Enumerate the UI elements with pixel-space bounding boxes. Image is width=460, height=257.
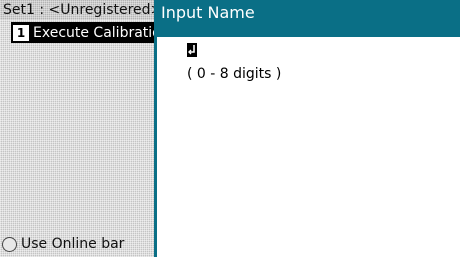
menu-item-execute-calibration[interactable]: 1 Execute Calibration [11,22,155,43]
background-screen: Set1 : <Unregistered> 1 Execute Calibrat… [0,0,155,257]
input-name-dialog: Input Name ( 0 - 8 digits ) [154,0,460,257]
digit-range-hint: ( 0 - 8 digits ) [187,66,282,82]
online-bar-option[interactable]: Use Online bar [0,231,155,257]
enter-cursor-icon [187,43,197,57]
item-number-badge: 1 [13,24,29,41]
menu-item-label: Execute Calibration [33,24,155,41]
dialog-title: Input Name [157,0,460,37]
dialog-body: ( 0 - 8 digits ) [157,37,460,257]
screen-header: Set1 : <Unregistered> [0,0,155,20]
radio-button-icon[interactable] [2,236,17,252]
online-bar-label: Use Online bar [21,236,125,252]
